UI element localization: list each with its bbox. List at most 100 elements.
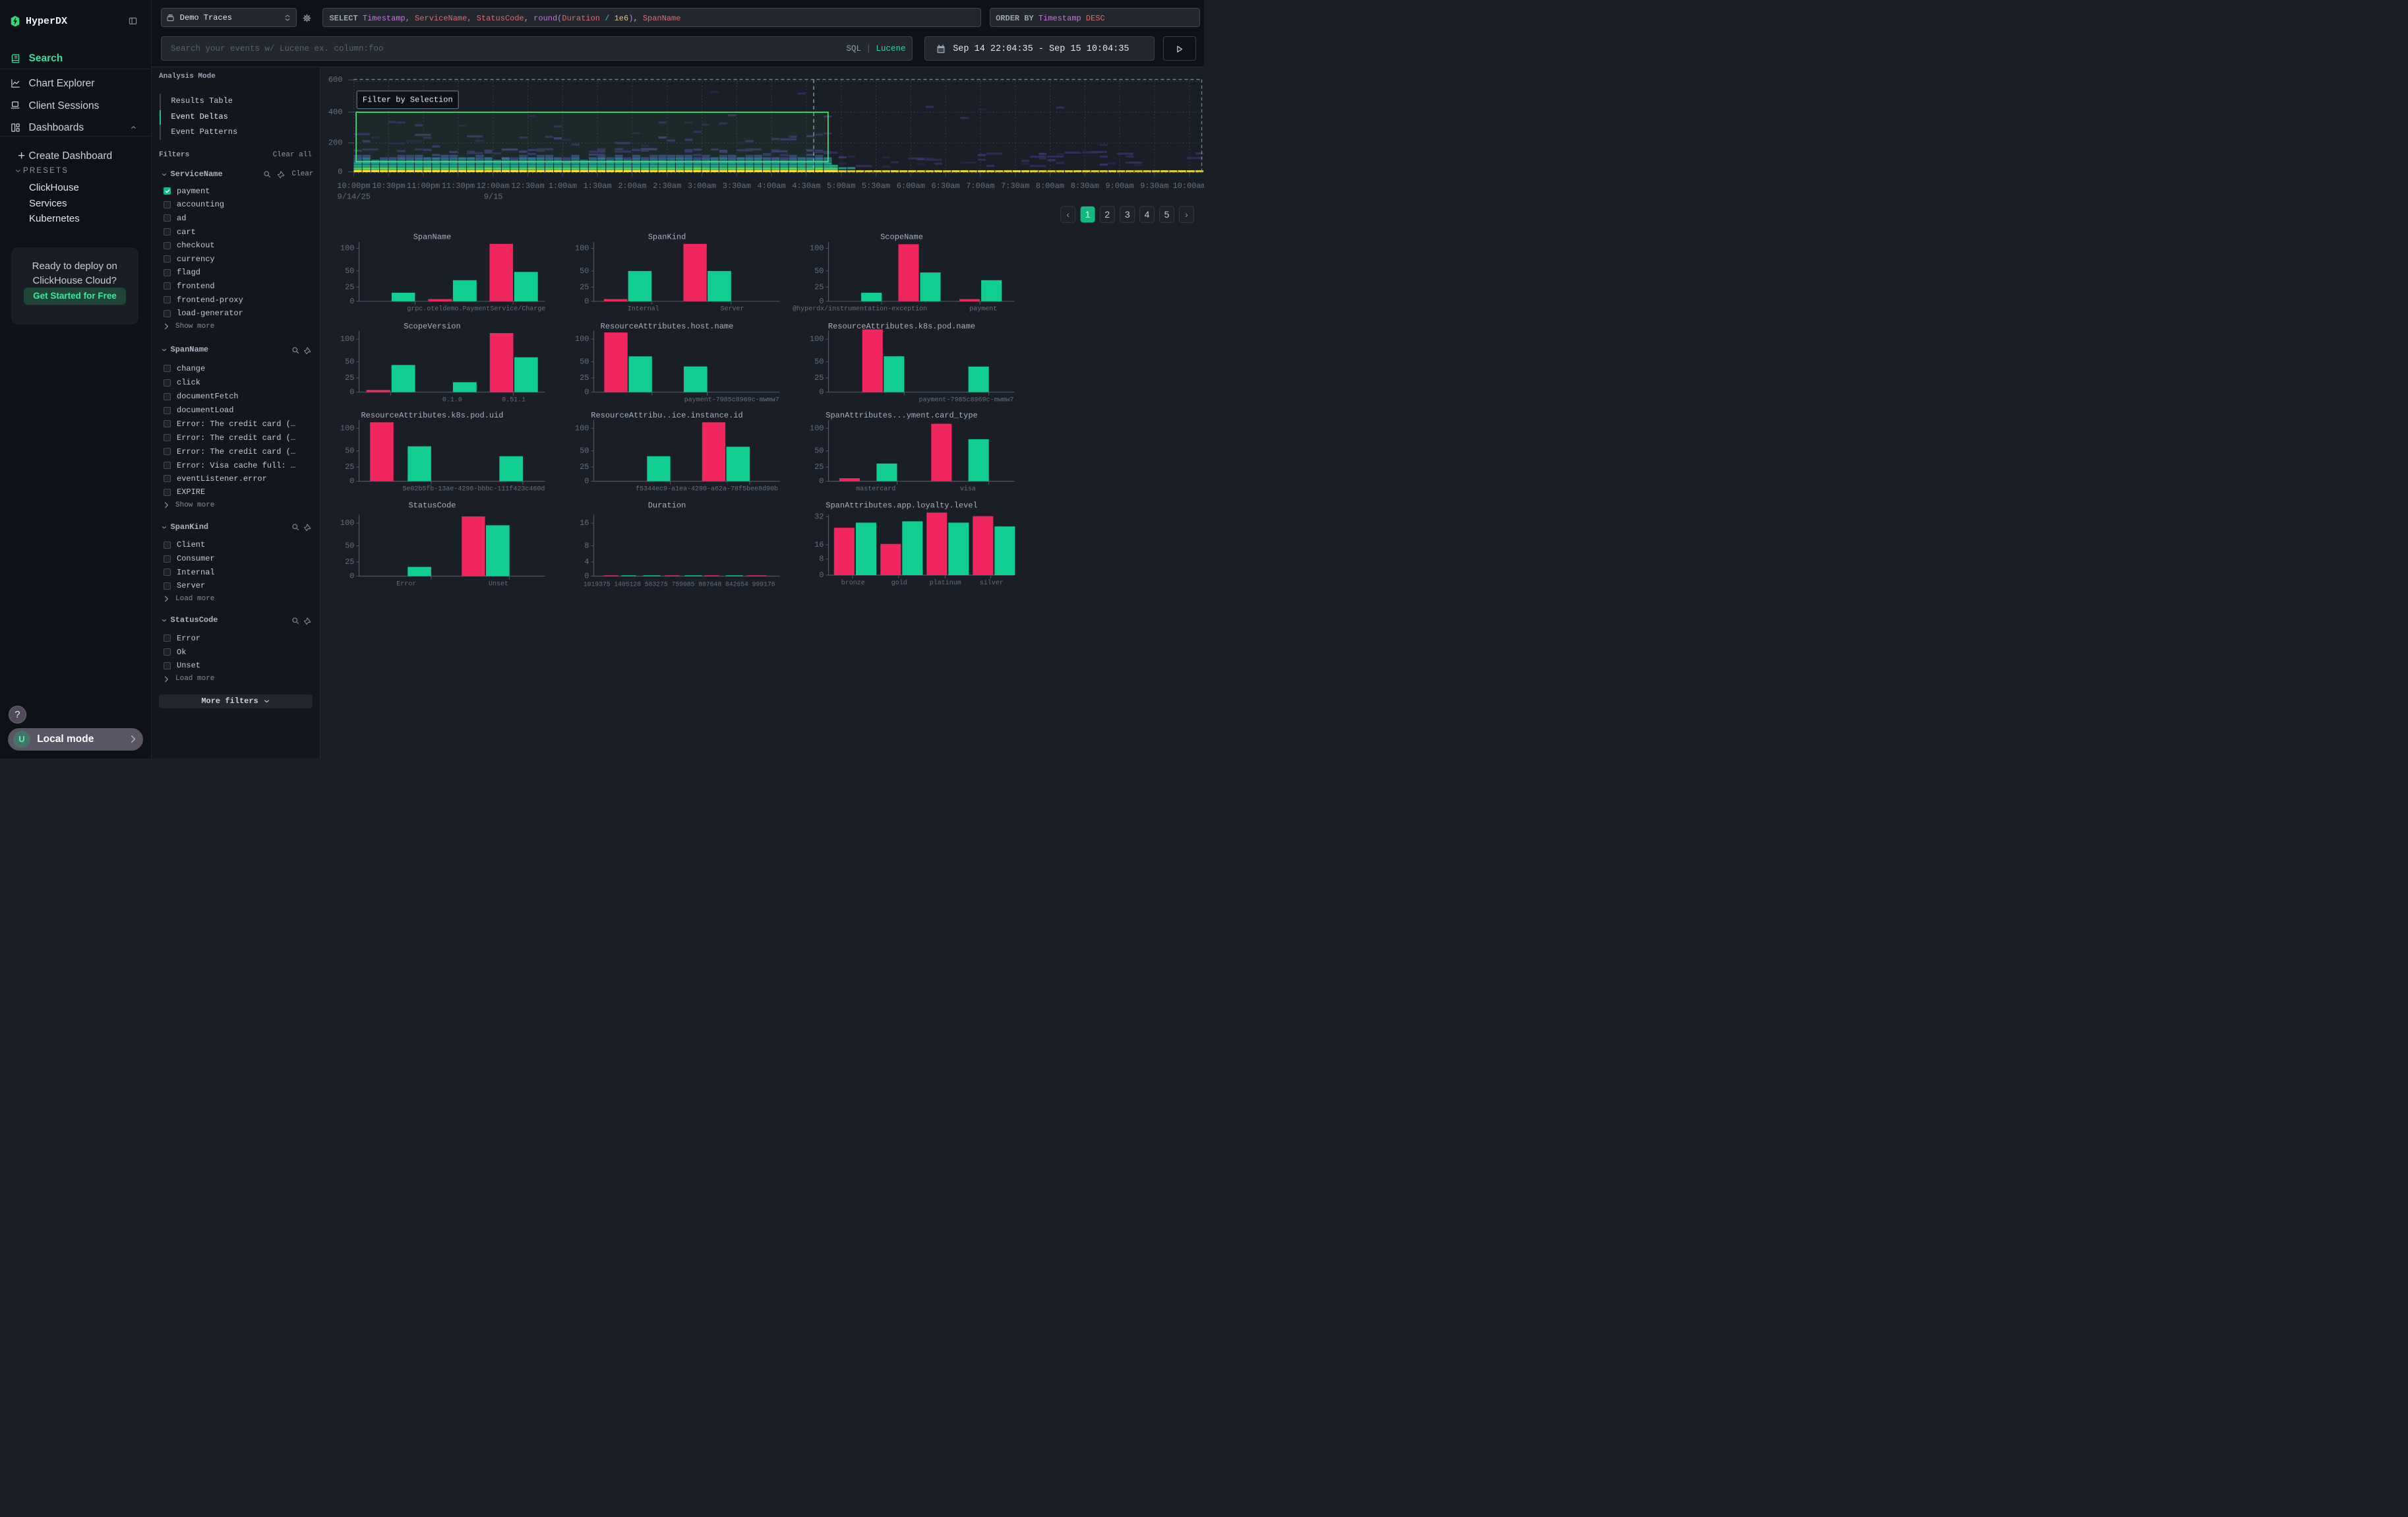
svg-text:9/15: 9/15 bbox=[483, 192, 502, 201]
svg-text:11:30pm: 11:30pm bbox=[441, 181, 474, 191]
svg-text:bronze: bronze bbox=[841, 579, 864, 587]
svg-text:4: 4 bbox=[1144, 209, 1149, 220]
svg-text:3:30am: 3:30am bbox=[722, 181, 750, 191]
svg-text:payment-7985c8969c-mwmw7: payment-7985c8969c-mwmw7 bbox=[684, 396, 779, 404]
svg-text:5:00am: 5:00am bbox=[827, 181, 855, 191]
svg-text:ResourceAttributes.k8s.pod.uid: ResourceAttributes.k8s.pod.uid bbox=[361, 411, 503, 420]
svg-text:SpanAttributes...yment.card_ty: SpanAttributes...yment.card_type bbox=[826, 411, 977, 420]
svg-text:12:30am: 12:30am bbox=[511, 181, 544, 191]
svg-text:Unset: Unset bbox=[488, 580, 508, 588]
svg-text:0: 0 bbox=[584, 571, 589, 580]
svg-text:50: 50 bbox=[345, 446, 354, 455]
svg-text:SpanAttributes.app.loyalty.lev: SpanAttributes.app.loyalty.level bbox=[826, 501, 977, 510]
svg-text:100: 100 bbox=[340, 243, 354, 253]
svg-text:5:30am: 5:30am bbox=[861, 181, 889, 191]
svg-text:gold: gold bbox=[891, 579, 907, 587]
svg-text:mastercard: mastercard bbox=[856, 485, 895, 493]
svg-text:50: 50 bbox=[345, 357, 354, 366]
svg-text:1019375 1405128 583275 759085: 1019375 1405128 583275 759085 807648 842… bbox=[583, 580, 775, 588]
svg-text:Server: Server bbox=[720, 305, 744, 313]
svg-text:4:00am: 4:00am bbox=[757, 181, 785, 191]
svg-text:400: 400 bbox=[328, 108, 342, 117]
svg-text:9/14/25: 9/14/25 bbox=[337, 192, 370, 201]
svg-text:50: 50 bbox=[580, 446, 589, 455]
svg-text:25: 25 bbox=[814, 462, 824, 472]
svg-text:100: 100 bbox=[574, 243, 589, 253]
svg-text:25: 25 bbox=[345, 557, 354, 567]
svg-text:25: 25 bbox=[345, 282, 354, 292]
svg-text:ResourceAttributes.host.name: ResourceAttributes.host.name bbox=[600, 322, 733, 331]
svg-text:10:00am: 10:00am bbox=[1172, 181, 1204, 191]
svg-text:9:30am: 9:30am bbox=[1140, 181, 1168, 191]
svg-text:25: 25 bbox=[345, 373, 354, 383]
svg-text:SpanName: SpanName bbox=[413, 232, 451, 241]
svg-text:7:30am: 7:30am bbox=[1001, 181, 1029, 191]
svg-text:50: 50 bbox=[580, 266, 589, 275]
svg-text:Error: Error bbox=[396, 580, 416, 588]
svg-text:25: 25 bbox=[580, 282, 589, 292]
svg-text:ResourceAttributes.k8s.pod.nam: ResourceAttributes.k8s.pod.name bbox=[828, 322, 975, 331]
svg-text:0: 0 bbox=[349, 571, 354, 580]
svg-text:3: 3 bbox=[1124, 209, 1129, 220]
svg-text:@hyperdx/instrumentation-excep: @hyperdx/instrumentation-exception bbox=[793, 305, 927, 313]
svg-text:0: 0 bbox=[584, 387, 589, 396]
svg-text:0: 0 bbox=[349, 476, 354, 485]
svg-text:0: 0 bbox=[819, 476, 824, 485]
svg-text:25: 25 bbox=[580, 373, 589, 383]
svg-text:0.1.0: 0.1.0 bbox=[442, 396, 462, 404]
svg-text:ScopeName: ScopeName bbox=[880, 232, 923, 241]
svg-text:10:00pm: 10:00pm bbox=[337, 181, 370, 191]
svg-text:50: 50 bbox=[345, 266, 354, 275]
svg-text:5e02b5fb-13ae-4296-bbbc-111f42: 5e02b5fb-13ae-4296-bbbc-111f423c460d bbox=[402, 485, 545, 493]
svg-text:8: 8 bbox=[819, 554, 824, 563]
svg-text:5: 5 bbox=[1164, 209, 1169, 220]
svg-text:32: 32 bbox=[814, 512, 824, 521]
svg-text:8:00am: 8:00am bbox=[1035, 181, 1064, 191]
svg-text:0: 0 bbox=[349, 296, 354, 305]
svg-text:0: 0 bbox=[584, 476, 589, 485]
svg-text:Duration: Duration bbox=[647, 501, 686, 510]
svg-text:grpc.oteldemo.PaymentService/C: grpc.oteldemo.PaymentService/Charge bbox=[407, 305, 545, 313]
svg-text:100: 100 bbox=[809, 334, 824, 344]
svg-text:50: 50 bbox=[814, 266, 824, 275]
svg-text:0: 0 bbox=[819, 571, 824, 580]
svg-text:50: 50 bbox=[580, 357, 589, 366]
svg-text:50: 50 bbox=[814, 446, 824, 455]
svg-text:1:00am: 1:00am bbox=[548, 181, 576, 191]
svg-text:platinum: platinum bbox=[929, 579, 961, 587]
svg-text:600: 600 bbox=[328, 75, 342, 84]
svg-text:8:30am: 8:30am bbox=[1070, 181, 1099, 191]
svg-text:8: 8 bbox=[584, 541, 589, 550]
svg-text:visa: visa bbox=[959, 485, 975, 493]
svg-text:payment: payment bbox=[969, 305, 997, 313]
svg-text:100: 100 bbox=[574, 423, 589, 433]
svg-text:SpanKind: SpanKind bbox=[647, 232, 686, 241]
svg-text:0: 0 bbox=[349, 387, 354, 396]
svg-text:100: 100 bbox=[340, 423, 354, 433]
svg-text:12:00am: 12:00am bbox=[476, 181, 509, 191]
svg-text:100: 100 bbox=[809, 243, 824, 253]
svg-text:9:00am: 9:00am bbox=[1105, 181, 1133, 191]
svg-text:ResourceAttribu..ice.instance.: ResourceAttribu..ice.instance.id bbox=[591, 411, 742, 420]
svg-text:0: 0 bbox=[584, 296, 589, 305]
svg-text:›: › bbox=[1185, 209, 1188, 220]
svg-text:100: 100 bbox=[340, 518, 354, 528]
svg-text:6:30am: 6:30am bbox=[931, 181, 959, 191]
svg-text:25: 25 bbox=[814, 373, 824, 383]
svg-text:0: 0 bbox=[819, 387, 824, 396]
svg-text:4:30am: 4:30am bbox=[792, 181, 820, 191]
svg-text:200: 200 bbox=[328, 138, 342, 147]
svg-text:10:30pm: 10:30pm bbox=[372, 181, 405, 191]
svg-text:25: 25 bbox=[345, 462, 354, 472]
svg-text:25: 25 bbox=[814, 282, 824, 292]
svg-text:100: 100 bbox=[340, 334, 354, 344]
svg-text:2:00am: 2:00am bbox=[618, 181, 646, 191]
svg-text:100: 100 bbox=[809, 423, 824, 433]
svg-text:Filter by Selection: Filter by Selection bbox=[362, 95, 452, 104]
svg-text:4: 4 bbox=[584, 557, 589, 567]
svg-text:50: 50 bbox=[814, 357, 824, 366]
svg-text:f5344ec9-a1ea-4290-a62a-78f5be: f5344ec9-a1ea-4290-a62a-78f5bee8d90b bbox=[635, 485, 777, 493]
svg-text:25: 25 bbox=[580, 462, 589, 472]
svg-text:payment-7985c8969c-mwmw7: payment-7985c8969c-mwmw7 bbox=[918, 396, 1013, 404]
svg-text:50: 50 bbox=[345, 541, 354, 550]
